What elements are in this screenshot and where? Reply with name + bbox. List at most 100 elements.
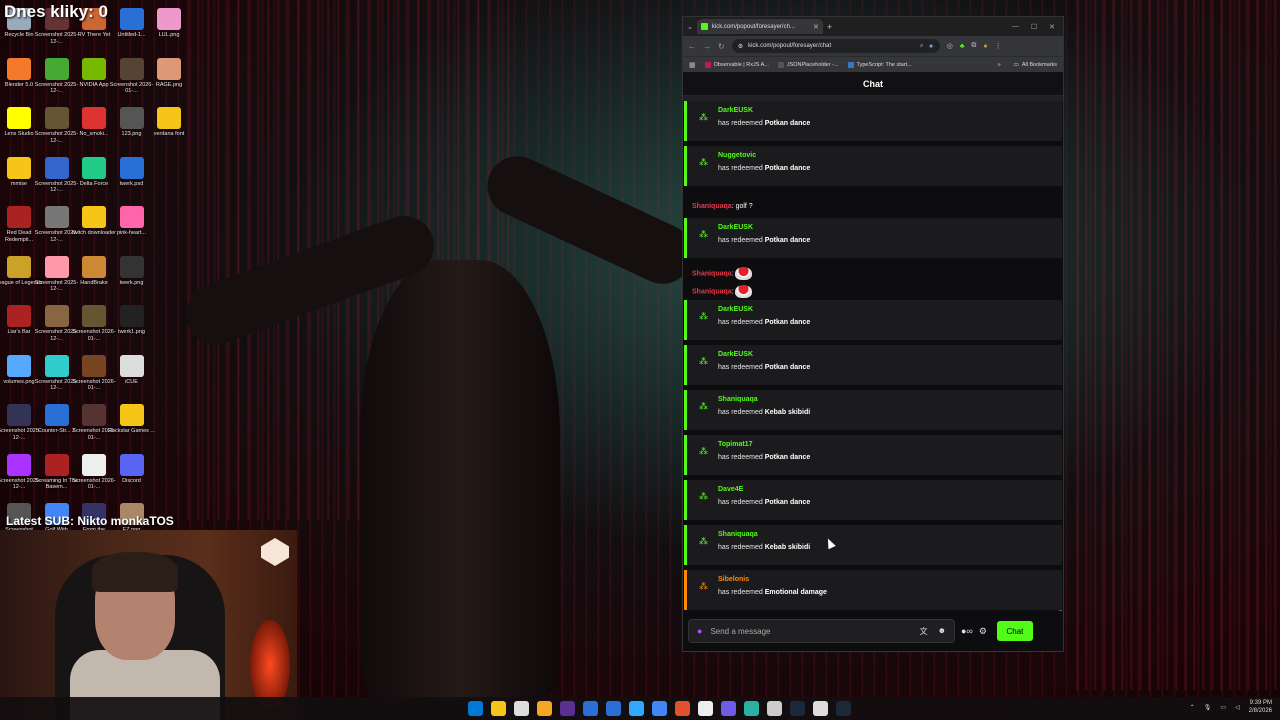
all-bookmarks-folder[interactable]: » ▭ All Bookmarks xyxy=(998,62,1057,68)
taskbar-app-icon[interactable] xyxy=(790,701,805,716)
minimize-icon[interactable]: — xyxy=(1012,23,1019,31)
taskbar-app-icon[interactable] xyxy=(583,701,598,716)
redemption-username[interactable]: DarkEUSK xyxy=(718,107,753,114)
browser-tab-kick-chat[interactable]: kick.com/popout/foresayer/ch... ✕ xyxy=(696,19,823,34)
desktop-icon[interactable]: Rockstar Games ... xyxy=(108,404,156,435)
tab-search-icon[interactable]: ⌄ xyxy=(687,23,693,31)
mic-tray-icon[interactable]: 🎙 xyxy=(1204,704,1212,711)
apps-grid-icon[interactable]: ▦ xyxy=(689,61,696,69)
tab-close-icon[interactable]: ✕ xyxy=(813,23,819,31)
message-input[interactable]: ● Send a message 文 ☻ xyxy=(688,619,955,643)
new-tab-icon[interactable]: + xyxy=(827,22,832,32)
desktop-app-icon xyxy=(82,206,106,228)
reward-name: Emotional damage xyxy=(764,589,827,596)
address-bar[interactable]: ⚙ kick.com/popout/foresayer/chat ⌕ ★ xyxy=(731,39,940,53)
desktop-icon[interactable]: iCUE xyxy=(108,354,156,386)
channel-points-icon: ⁂ xyxy=(699,229,708,239)
desktop-icon[interactable]: twerk.psd xyxy=(108,156,156,188)
taskbar-app-icon[interactable] xyxy=(675,701,690,716)
desktop-icon[interactable]: twerk.png xyxy=(108,255,156,287)
desktop-app-icon xyxy=(119,107,144,129)
bookmark-label: Observable | RxJS A... xyxy=(713,61,769,68)
chat-emote-icon xyxy=(734,267,752,280)
webcam-person-hair xyxy=(92,552,178,592)
chevron-double-right-icon[interactable]: » xyxy=(998,62,1001,68)
bookmark-label: TypeScript: The start... xyxy=(856,61,912,68)
desktop-icon[interactable]: verdana font xyxy=(145,107,193,138)
desktop-app-icon xyxy=(157,107,181,129)
extensions-puzzle-icon[interactable]: ⧉ xyxy=(971,42,976,50)
chat-settings-gear-icon[interactable]: ⚙ xyxy=(979,626,987,637)
desktop-icon[interactable]: LUL.png xyxy=(145,8,193,39)
taskbar-app-icon[interactable] xyxy=(629,701,644,716)
redemption-username[interactable]: Shaniquaqa xyxy=(718,531,758,538)
redemption-username[interactable]: Topimat17 xyxy=(718,441,753,448)
taskbar-app-icon[interactable] xyxy=(468,701,483,716)
emote-picker-icon[interactable]: ☻ xyxy=(938,626,946,637)
desktop-icon[interactable]: twerk1.png xyxy=(108,305,156,336)
desktop-icon[interactable]: Discord xyxy=(108,453,156,485)
maximize-icon[interactable]: ☐ xyxy=(1031,23,1037,31)
chat-username[interactable]: Shaniquaqa xyxy=(692,203,732,210)
network-icon[interactable]: ▭ xyxy=(1220,704,1226,711)
profile-avatar-icon[interactable]: ● xyxy=(983,43,987,50)
desktop-icon[interactable]: pink-heart... xyxy=(108,206,156,237)
address-url: kick.com/popout/foresayer/chat xyxy=(748,43,832,49)
forward-arrow-icon[interactable]: → xyxy=(703,42,711,51)
channel-points-icon[interactable]: ●∞ xyxy=(961,626,973,636)
bookmark-star-icon[interactable]: ★ xyxy=(928,43,933,50)
chat-feed[interactable]: ⁂ DarkEUSK has redeemed Potkan dance ⁂ Nugge… xyxy=(683,101,1063,611)
desktop-app-icon xyxy=(7,404,31,426)
browser-menu-icon[interactable]: ⋮ xyxy=(995,42,1002,50)
taskbar-app-icon[interactable] xyxy=(652,701,667,716)
taskbar-app-icon[interactable] xyxy=(721,701,736,716)
taskbar-app-icon[interactable] xyxy=(514,701,529,716)
reload-icon[interactable]: ↻ xyxy=(718,42,725,51)
browser-window: ⌄ kick.com/popout/foresayer/ch... ✕ + — … xyxy=(682,16,1064,652)
desktop-app-icon xyxy=(44,404,69,426)
taskbar-app-icon[interactable] xyxy=(491,701,506,716)
channel-points-icon: ⁂ xyxy=(699,491,708,501)
translate-icon[interactable]: 文 xyxy=(920,626,928,637)
taskbar-app-icon[interactable] xyxy=(560,701,575,716)
zoom-icon[interactable]: ⌕ xyxy=(920,43,923,50)
extension-icon[interactable]: ♣ xyxy=(960,43,965,50)
tray-chevron-icon[interactable]: ⌃ xyxy=(1190,704,1195,711)
clock[interactable]: 9:39 PM 2/8/2026 xyxy=(1249,699,1272,715)
redemption-username[interactable]: DarkEUSK xyxy=(718,224,753,231)
volume-icon[interactable]: ◁ xyxy=(1235,704,1240,711)
taskbar-app-icon[interactable] xyxy=(606,701,621,716)
browser-toolbar: ← → ↻ ⚙ kick.com/popout/foresayer/chat ⌕… xyxy=(683,36,1063,56)
redemption-username[interactable]: Sibelonis xyxy=(718,576,749,583)
microphone-icon[interactable]: ● xyxy=(697,626,702,636)
taskbar-app-icon[interactable] xyxy=(836,701,851,716)
redemption-text: has redeemed Potkan dance xyxy=(718,319,811,326)
redemption-username[interactable]: Shaniquaqa xyxy=(718,396,758,403)
redemption-card: ⁂ DarkEUSK has redeemed Potkan dance xyxy=(684,218,1062,258)
send-chat-button[interactable]: Chat xyxy=(996,621,1033,641)
taskbar-app-icon[interactable] xyxy=(813,701,828,716)
reward-name: Potkan dance xyxy=(764,237,811,244)
taskbar-app-icon[interactable] xyxy=(744,701,759,716)
channel-points-icon: ⁂ xyxy=(699,311,708,321)
bookmark-item[interactable]: Observable | RxJS A... xyxy=(704,61,769,68)
redemption-username[interactable]: DarkEUSK xyxy=(718,306,753,313)
back-arrow-icon[interactable]: ← xyxy=(688,42,696,51)
close-window-icon[interactable]: ✕ xyxy=(1049,23,1055,31)
taskbar-app-icon[interactable] xyxy=(767,701,782,716)
extension-icon[interactable]: ◎ xyxy=(947,42,953,50)
chat-message: Shaniquaqa: golf ? xyxy=(692,203,753,210)
bookmark-item[interactable]: JSONPlaceholder -... xyxy=(777,61,839,68)
redemption-username[interactable]: Nuggetovic xyxy=(718,152,756,159)
taskbar-app-icon[interactable] xyxy=(698,701,713,716)
bookmark-item[interactable]: TypeScript: The start... xyxy=(847,61,912,68)
chat-username[interactable]: Shaniquaqa xyxy=(692,270,732,277)
redemption-username[interactable]: DarkEUSK xyxy=(718,351,753,358)
redemption-card: ⁂ DarkEUSK has redeemed Potkan dance xyxy=(684,300,1062,340)
site-info-icon[interactable]: ⚙ xyxy=(738,43,743,50)
redemption-username[interactable]: Dave4E xyxy=(718,486,743,493)
desktop-icon[interactable]: RAGE.png xyxy=(145,57,193,89)
desktop-icon-label: iCUE xyxy=(125,378,138,385)
chat-username[interactable]: Shaniquaqa xyxy=(692,288,732,295)
taskbar-app-icon[interactable] xyxy=(537,701,552,716)
